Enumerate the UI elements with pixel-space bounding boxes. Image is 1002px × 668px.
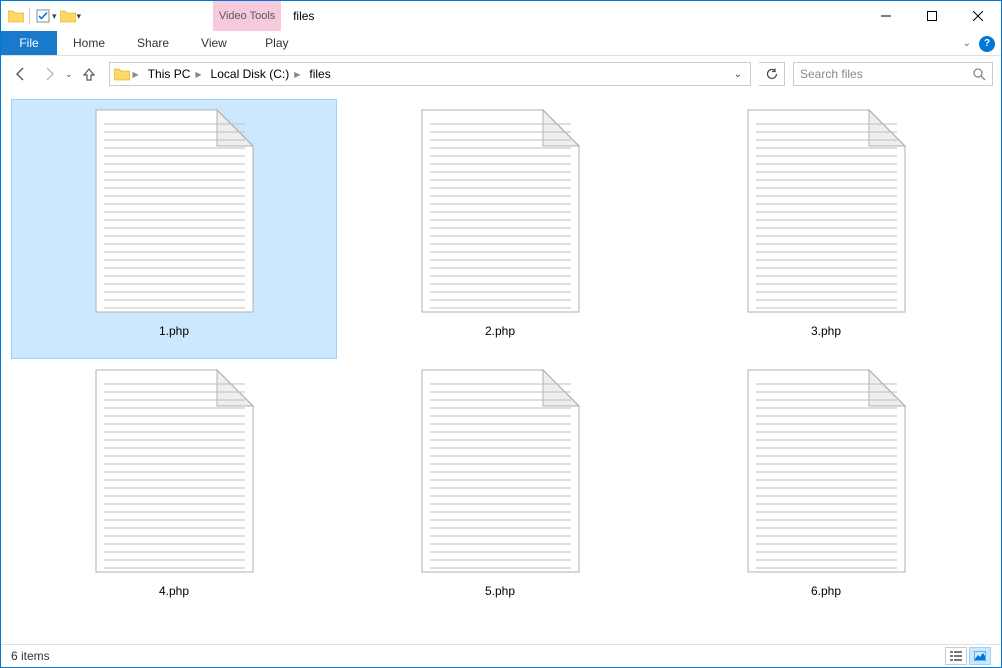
help-icon[interactable]: ? [979,36,995,52]
view-tab[interactable]: View [185,31,243,55]
breadcrumb: This PC ▶ Local Disk (C:) ▶ files [144,67,335,81]
document-icon [92,106,257,316]
expand-ribbon-icon[interactable]: ⌄ [963,38,971,49]
file-item[interactable]: 4.php [11,359,337,619]
address-dropdown-icon[interactable]: ⌄ [728,69,748,80]
breadcrumb-item[interactable]: files [305,67,334,81]
search-input[interactable] [800,67,972,81]
file-name-label: 1.php [159,324,189,338]
minimize-button[interactable] [863,1,909,31]
view-toggle [945,647,991,665]
file-name-label: 3.php [811,324,841,338]
address-folder-icon [112,67,132,81]
video-tools-label[interactable]: Video Tools [213,1,281,31]
file-name-label: 2.php [485,324,515,338]
breadcrumb-separator-icon[interactable]: ▶ [293,70,305,79]
navigation-bar: ⌄ ▶ This PC ▶ Local Disk (C:) ▶ files ⌄ [1,56,1001,92]
back-button[interactable] [9,62,33,86]
address-bar[interactable]: ▶ This PC ▶ Local Disk (C:) ▶ files ⌄ [109,62,751,86]
document-icon [418,366,583,576]
play-tab[interactable]: Play [243,31,311,55]
home-tab[interactable]: Home [57,31,121,55]
search-icon[interactable] [972,67,986,81]
file-item[interactable]: 5.php [337,359,663,619]
breadcrumb-separator-icon[interactable]: ▶ [132,70,144,79]
file-item[interactable]: 3.php [663,99,989,359]
contextual-tab-group: Video Tools [213,1,281,31]
qat-customize-dropdown-icon[interactable]: ▾ [77,11,82,22]
document-icon [92,366,257,576]
breadcrumb-separator-icon[interactable]: ▶ [194,70,206,79]
window-title: files [293,9,314,23]
file-item[interactable]: 6.php [663,359,989,619]
breadcrumb-item[interactable]: Local Disk (C:) [207,67,294,81]
forward-button[interactable] [37,62,61,86]
file-tab[interactable]: File [1,31,57,55]
file-list[interactable]: 1.php 2.php 3.php 4.php 5.php 6.php [1,93,1001,644]
file-name-label: 6.php [811,584,841,598]
maximize-button[interactable] [909,1,955,31]
document-icon [744,106,909,316]
titlebar: ▾ ▾ Video Tools files [1,1,1001,31]
new-folder-button[interactable] [57,5,79,27]
breadcrumb-item[interactable]: This PC [144,67,195,81]
details-view-button[interactable] [945,647,967,665]
file-item[interactable]: 1.php [11,99,337,359]
file-name-label: 4.php [159,584,189,598]
file-name-label: 5.php [485,584,515,598]
document-icon [744,366,909,576]
up-button[interactable] [77,62,101,86]
recent-locations-icon[interactable]: ⌄ [65,69,73,80]
refresh-button[interactable] [759,62,785,86]
qat-separator [29,8,30,24]
file-item[interactable]: 2.php [337,99,663,359]
thumbnails-view-button[interactable] [969,647,991,665]
search-box[interactable] [793,62,993,86]
ribbon-tabs: File Home Share View Play ⌄ ? [1,31,1001,56]
close-button[interactable] [955,1,1001,31]
status-text: 6 items [11,649,50,663]
document-icon [418,106,583,316]
share-tab[interactable]: Share [121,31,185,55]
properties-button[interactable] [32,5,54,27]
quick-access-toolbar: ▾ ▾ [1,1,81,31]
app-folder-icon [5,5,27,27]
status-bar: 6 items [1,644,1001,667]
